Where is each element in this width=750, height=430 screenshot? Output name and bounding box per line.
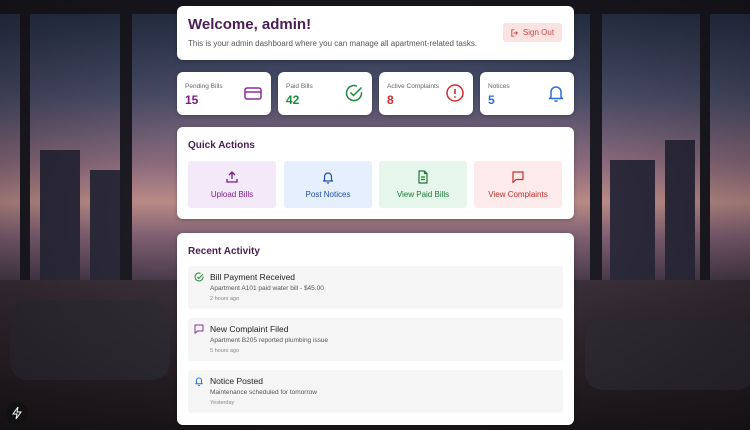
message-icon	[194, 324, 204, 334]
upload-bills-label: Upload Bills	[210, 190, 254, 199]
welcome-card: Welcome, admin! This is your admin dashb…	[177, 6, 574, 60]
upload-bills-button[interactable]: Upload Bills	[188, 161, 276, 208]
stat-paid-bills: Paid Bills 42	[278, 72, 372, 115]
stat-value: 5	[488, 93, 495, 107]
post-notices-button[interactable]: Post Notices	[284, 161, 372, 208]
activity-time: 5 hours ago	[210, 348, 240, 354]
stat-label: Paid Bills	[286, 83, 313, 90]
view-paid-bills-label: View Paid Bills	[396, 190, 450, 199]
stat-value: 42	[286, 93, 300, 107]
stat-label: Active Complaints	[387, 83, 440, 90]
activity-title: Notice Posted	[210, 376, 263, 386]
stat-pending-bills: Pending Bills 15	[177, 72, 271, 115]
upload-icon	[226, 171, 238, 183]
stat-value: 8	[387, 93, 394, 107]
activity-detail: Maintenance scheduled for tomorrow	[210, 389, 317, 396]
activity-title: New Complaint Filed	[210, 324, 289, 334]
stat-active-complaints: Active Complaints 8	[379, 72, 473, 115]
activity-time: Yesterday	[210, 400, 235, 406]
sign-out-label: Sign Out	[522, 28, 555, 37]
stat-value: 15	[185, 93, 199, 107]
recent-activity-title: Recent Activity	[188, 246, 260, 257]
alert-circle-icon	[446, 84, 464, 102]
view-complaints-label: View Complaints	[488, 190, 548, 199]
welcome-title: Welcome, admin!	[188, 16, 312, 33]
activity-item: Notice Posted Maintenance scheduled for …	[188, 370, 563, 413]
activity-title: Bill Payment Received	[210, 272, 296, 282]
message-icon	[512, 171, 524, 184]
recent-activity-card: Recent Activity Bill Payment Received Ap…	[177, 233, 574, 425]
sign-out-button[interactable]: Sign Out	[503, 23, 562, 42]
stat-label: Pending Bills	[185, 83, 223, 90]
document-icon	[418, 170, 428, 184]
activity-detail: Apartment A101 paid water bill - $45.00	[210, 285, 324, 292]
activity-detail: Apartment B205 reported plumbing issue	[210, 337, 329, 344]
activity-item: Bill Payment Received Apartment A101 pai…	[188, 266, 563, 309]
logout-icon	[511, 28, 518, 37]
check-circle-icon	[345, 84, 363, 102]
view-paid-bills-button[interactable]: View Paid Bills	[379, 161, 467, 208]
activity-time: 2 hours ago	[210, 296, 240, 302]
bell-icon	[195, 377, 203, 386]
bolt-icon[interactable]	[6, 402, 28, 424]
quick-actions-card: Quick Actions Upload Bills Post Notices …	[177, 127, 574, 219]
stat-label: Notices	[488, 83, 510, 90]
post-notices-label: Post Notices	[305, 190, 351, 199]
activity-item: New Complaint Filed Apartment B205 repor…	[188, 318, 563, 361]
bell-icon	[322, 172, 334, 184]
stat-notices: Notices 5	[480, 72, 574, 115]
card-icon	[244, 87, 262, 100]
quick-actions-title: Quick Actions	[188, 140, 255, 151]
check-circle-icon	[194, 272, 204, 282]
welcome-subtitle: This is your admin dashboard where you c…	[188, 39, 478, 48]
view-complaints-button[interactable]: View Complaints	[474, 161, 562, 208]
bell-icon	[548, 86, 564, 103]
